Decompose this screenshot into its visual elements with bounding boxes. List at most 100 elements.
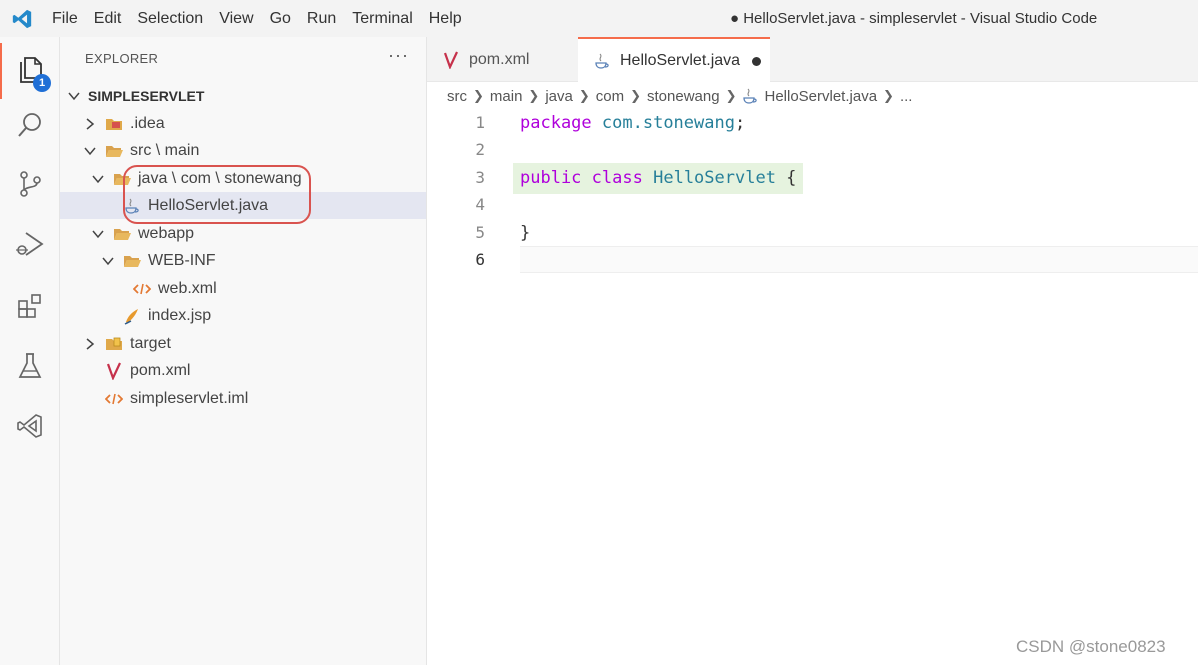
- jsp-file-icon: [122, 306, 142, 326]
- breadcrumb: src ❯ main ❯ java ❯ com ❯ stonewang ❯ He…: [447, 85, 912, 107]
- java-file-icon: [122, 196, 142, 216]
- run-debug-activity[interactable]: [0, 218, 60, 274]
- java-file-icon: [742, 87, 758, 105]
- run-debug-icon: [14, 229, 46, 264]
- chevron-right-icon: ❯: [883, 88, 894, 103]
- project-root-label: SIMPLESERVLET: [88, 87, 205, 104]
- chevron-down-icon: [90, 226, 106, 242]
- tree-item-label: webapp: [138, 224, 195, 242]
- line-number: 2: [475, 140, 485, 159]
- tree-item-webapp[interactable]: webapp: [60, 220, 426, 247]
- chevron-right-icon: ❯: [630, 88, 642, 103]
- tree-item-label: index.jsp: [148, 306, 212, 324]
- tree-item-label: .idea: [130, 114, 165, 132]
- tab-bar: pom.xml HelloServlet.java: [427, 37, 1198, 83]
- tree-item-pom-xml[interactable]: pom.xml: [60, 357, 426, 384]
- chevron-right-icon: ❯: [578, 88, 590, 103]
- menu-file[interactable]: File: [44, 0, 86, 37]
- more-actions-button[interactable]: ···: [388, 45, 409, 66]
- tree-item-label: simpleservlet.iml: [130, 389, 249, 407]
- unsaved-dot-icon[interactable]: [752, 56, 762, 66]
- folder-open-icon: [112, 224, 132, 244]
- watermark: CSDN @stone0823: [1016, 637, 1166, 656]
- tree-item-label: java \ com \ stonewang: [138, 169, 302, 187]
- punctuation: {: [775, 167, 797, 188]
- window-title: ● HelloServlet.java - simpleservlet - Vi…: [730, 10, 1098, 27]
- tree-item-label: src \ main: [130, 141, 200, 159]
- package-name: com.stonewang: [601, 112, 735, 133]
- remote-activity[interactable]: [0, 400, 60, 456]
- chevron-down-icon: [100, 253, 116, 269]
- tree-item-target[interactable]: target: [60, 330, 426, 357]
- visual-studio-icon: [15, 411, 45, 446]
- tree-item-src-main[interactable]: src \ main: [60, 137, 426, 164]
- folder-open-icon: [112, 169, 132, 189]
- breadcrumb-item[interactable]: HelloServlet.java: [764, 88, 877, 105]
- chevron-down-icon: [66, 88, 82, 104]
- tab-pom-xml[interactable]: pom.xml: [427, 37, 577, 82]
- code-line[interactable]: 3 public class HelloServlet {: [427, 164, 1198, 191]
- java-file-icon: [592, 51, 612, 71]
- tree-root[interactable]: SIMPLESERVLET: [60, 82, 426, 109]
- testing-activity[interactable]: [0, 340, 60, 396]
- tree-item-label: WEB-INF: [148, 251, 216, 269]
- menu-terminal[interactable]: Terminal: [344, 0, 420, 37]
- breadcrumb-item[interactable]: main: [490, 88, 523, 105]
- chevron-down-icon: [82, 143, 98, 159]
- extensions-activity[interactable]: [0, 280, 60, 336]
- folder-open-icon: [122, 251, 142, 271]
- line-number: 4: [475, 195, 485, 214]
- code-line[interactable]: 5 }: [427, 219, 1198, 246]
- tree-item-index-jsp[interactable]: index.jsp: [60, 302, 426, 329]
- menu-help[interactable]: Help: [421, 0, 470, 37]
- tree-item-java-package[interactable]: java \ com \ stonewang: [60, 165, 426, 192]
- breadcrumb-item[interactable]: java: [545, 88, 573, 105]
- breadcrumb-item[interactable]: stonewang: [647, 88, 720, 105]
- title-bar: File Edit Selection View Go Run Terminal…: [0, 0, 1198, 37]
- tree-item-iml[interactable]: simpleservlet.iml: [60, 385, 426, 412]
- menu-run[interactable]: Run: [299, 0, 344, 37]
- menu-go[interactable]: Go: [262, 0, 299, 37]
- breadcrumb-item[interactable]: com: [596, 88, 624, 105]
- tree-item-idea[interactable]: .idea: [60, 110, 426, 137]
- class-name: HelloServlet: [653, 167, 776, 188]
- keyword: public: [520, 167, 582, 188]
- menu-selection[interactable]: Selection: [129, 0, 211, 37]
- chevron-right-icon: ❯: [473, 88, 484, 103]
- vscode-logo-icon: [0, 0, 44, 37]
- code-line[interactable]: 1 package com.stonewang;: [427, 109, 1198, 136]
- punctuation: ;: [734, 112, 746, 133]
- source-control-activity[interactable]: [0, 158, 60, 214]
- breadcrumb-item[interactable]: ...: [900, 88, 913, 105]
- tab-helloservlet-java[interactable]: HelloServlet.java: [578, 37, 770, 83]
- search-activity[interactable]: [0, 99, 60, 155]
- tree-item-label: target: [130, 334, 171, 352]
- keyword: class: [591, 167, 643, 188]
- maven-file-icon: [441, 50, 461, 70]
- chevron-down-icon: [90, 171, 106, 187]
- code-line[interactable]: 6: [427, 246, 1198, 273]
- line-number: 5: [475, 223, 485, 242]
- tree-item-label: pom.xml: [130, 361, 191, 379]
- tab-label: pom.xml: [469, 50, 530, 68]
- explorer-title: EXPLORER: [85, 51, 159, 66]
- breadcrumb-item[interactable]: src: [447, 88, 467, 105]
- tree-item-label: HelloServlet.java: [148, 196, 269, 214]
- line-number: 1: [475, 113, 485, 132]
- code-text: package com.stonewang;: [520, 113, 745, 133]
- xml-file-icon: [104, 389, 124, 409]
- explorer-activity[interactable]: 1: [0, 43, 60, 99]
- line-number: 6: [475, 250, 485, 269]
- tree-item-helloservlet[interactable]: HelloServlet.java: [60, 192, 426, 219]
- menu-view[interactable]: View: [211, 0, 261, 37]
- extensions-icon: [15, 291, 45, 326]
- tree-item-web-xml[interactable]: web.xml: [60, 275, 426, 302]
- code-line[interactable]: 4: [427, 191, 1198, 218]
- code-text: public class HelloServlet {: [520, 168, 796, 188]
- menu-edit[interactable]: Edit: [86, 0, 130, 37]
- tree-item-web-inf[interactable]: WEB-INF: [60, 247, 426, 274]
- explorer-badge: 1: [33, 74, 51, 92]
- tree-item-label: web.xml: [158, 279, 217, 297]
- chevron-right-icon: ❯: [725, 88, 737, 103]
- code-line[interactable]: 2: [427, 136, 1198, 163]
